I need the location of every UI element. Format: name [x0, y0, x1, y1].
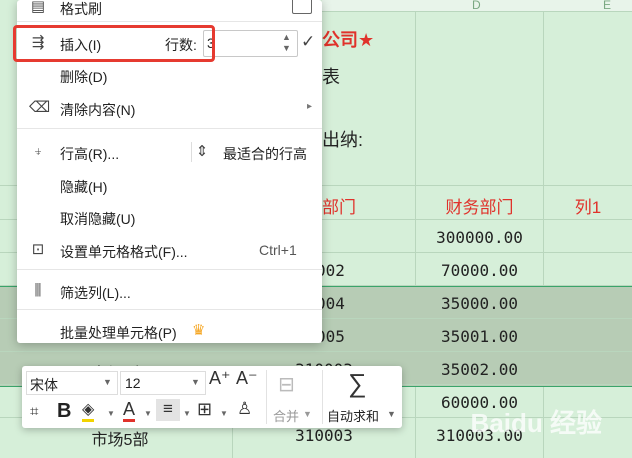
- menu-item-label: 格式刷: [60, 1, 102, 17]
- fill-color-icon[interactable]: ◈: [82, 401, 95, 422]
- menu-item-label: 行高(R)...: [60, 146, 120, 162]
- menu-item-format-cells[interactable]: ⊡ 设置单元格格式(F)... Ctrl+1: [17, 235, 322, 265]
- header-column1[interactable]: 列1: [544, 193, 632, 218]
- menu-item-label: 最适合的行高: [223, 146, 307, 162]
- chevron-down-icon: ▼: [103, 377, 112, 387]
- menu-item-label: 批量处理单元格(P): [60, 325, 177, 341]
- chevron-down-icon: ▼: [387, 409, 396, 419]
- company-title: 公司★: [322, 26, 374, 52]
- column-header-e[interactable]: E: [603, 0, 611, 11]
- paste-icon: [292, 0, 312, 14]
- table-cell[interactable]: 市场5部: [60, 426, 180, 450]
- font-size-value: 12: [125, 375, 141, 391]
- menu-separator: [17, 128, 322, 129]
- menu-item-label: 隐藏(H): [60, 179, 108, 195]
- chevron-down-icon: ▼: [220, 409, 228, 418]
- menu-item-label: 筛选列(L)...: [60, 285, 131, 301]
- stepper-down-icon[interactable]: ▼: [282, 43, 291, 53]
- align-center-icon[interactable]: ≡: [156, 399, 180, 421]
- format-cells-icon: ⊡: [31, 241, 45, 258]
- table-cell[interactable]: 35000.00: [416, 294, 543, 313]
- table-cell[interactable]: 35001.00: [416, 327, 543, 346]
- menu-item-label: 清除内容(N): [60, 102, 136, 118]
- header-finance-department[interactable]: 财务部门: [416, 193, 543, 218]
- stepper-up-icon[interactable]: ▲: [282, 32, 291, 42]
- grid-line: [0, 351, 632, 352]
- filter-columns-icon: ⫼: [34, 282, 42, 299]
- table-cell[interactable]: 004: [316, 294, 376, 313]
- toolbar-divider: [322, 370, 323, 424]
- table-cell[interactable]: 35002.00: [416, 360, 543, 379]
- chevron-down-icon: ▼: [191, 377, 200, 387]
- format-toolbar: 宋体 ▼ 12 ▼ A⁺ A⁻ ⊟ 合并 ▼ ∑ 自动求和 ▼ ⌗ B ◈ ▼ …: [22, 366, 402, 428]
- chevron-down-icon: ▼: [303, 409, 312, 419]
- chevron-down-icon: ▼: [183, 409, 191, 418]
- header-department[interactable]: 部门: [322, 193, 415, 218]
- watermark-text: Baidu 经验: [470, 408, 602, 438]
- chevron-down-icon: ▼: [107, 409, 115, 418]
- merge-cells-icon: ⊟: [278, 374, 295, 396]
- menu-item-filter-columns[interactable]: ⫼ 筛选列(L)...: [17, 276, 322, 306]
- toolbar-divider: [266, 370, 267, 424]
- menu-item-clear-contents[interactable]: ⌫ 清除内容(N) ▸: [17, 93, 322, 123]
- decrease-font-icon[interactable]: A⁻: [236, 368, 258, 389]
- menu-item-label: 设置单元格格式(F)...: [60, 244, 188, 260]
- table-cell[interactable]: 310003: [233, 426, 415, 445]
- row-height-icon: ⍖: [33, 143, 43, 160]
- table-cell[interactable]: 002: [316, 261, 376, 280]
- menu-item-batch-process[interactable]: 批量处理单元格(P) ♛: [17, 316, 322, 346]
- border-icon[interactable]: ⊞: [197, 399, 212, 420]
- submenu-arrow-icon: ▸: [307, 101, 313, 112]
- table-cell[interactable]: 300000.00: [416, 228, 543, 247]
- menu-separator: [17, 21, 322, 22]
- table-cell[interactable]: 005: [316, 327, 376, 346]
- best-fit-icon: ⇕: [195, 143, 209, 160]
- company-title-text: 公司★: [322, 30, 375, 50]
- font-size-select[interactable]: 12 ▼: [120, 371, 206, 395]
- table-cell[interactable]: 70000.00: [416, 261, 543, 280]
- menu-item-hide[interactable]: 隐藏(H): [17, 170, 322, 200]
- eraser-icon: ⌫: [29, 99, 51, 116]
- menu-item-label: 取消隐藏(U): [60, 211, 136, 227]
- cell-style-icon[interactable]: ⌗: [30, 403, 38, 420]
- merge-button[interactable]: 合并: [273, 406, 299, 425]
- menu-separator: [17, 269, 322, 270]
- menu-item-delete[interactable]: 删除(D): [17, 60, 322, 90]
- chevron-down-icon: ▼: [144, 409, 152, 418]
- bold-icon[interactable]: B: [57, 400, 71, 423]
- cashier-label: 出纳:: [322, 130, 364, 150]
- autosum-button[interactable]: 自动求和: [327, 406, 379, 425]
- watermark-logo: Baidu 经验: [471, 403, 602, 440]
- sum-icon: ∑: [348, 368, 367, 398]
- shortcut-label: Ctrl+1: [259, 242, 297, 258]
- crown-icon: ♛: [192, 322, 206, 339]
- menu-separator: [17, 309, 322, 310]
- sheet-subtitle: 表: [322, 67, 340, 87]
- menu-item-best-fit-height[interactable]: ⇕ 最适合的行高: [187, 137, 322, 167]
- format-brush-icon[interactable]: ♙: [237, 399, 252, 419]
- increase-font-icon[interactable]: A⁺: [209, 368, 231, 389]
- column-header-d[interactable]: D: [472, 0, 481, 11]
- font-family-value: 宋体: [30, 377, 58, 393]
- menu-item-format-painter[interactable]: ▤ 格式刷: [17, 0, 322, 22]
- menu-item-unhide[interactable]: 取消隐藏(U): [17, 202, 322, 232]
- font-color-icon[interactable]: A: [123, 399, 136, 422]
- font-family-select[interactable]: 宋体 ▼: [26, 371, 118, 395]
- format-painter-icon: ▤: [30, 0, 46, 15]
- menu-item-label: 删除(D): [60, 69, 108, 85]
- rows-count-stepper[interactable]: 3 ▲ ▼: [203, 30, 298, 57]
- annotation-highlight-box: [13, 25, 215, 62]
- confirm-check-icon[interactable]: ✓: [301, 32, 315, 52]
